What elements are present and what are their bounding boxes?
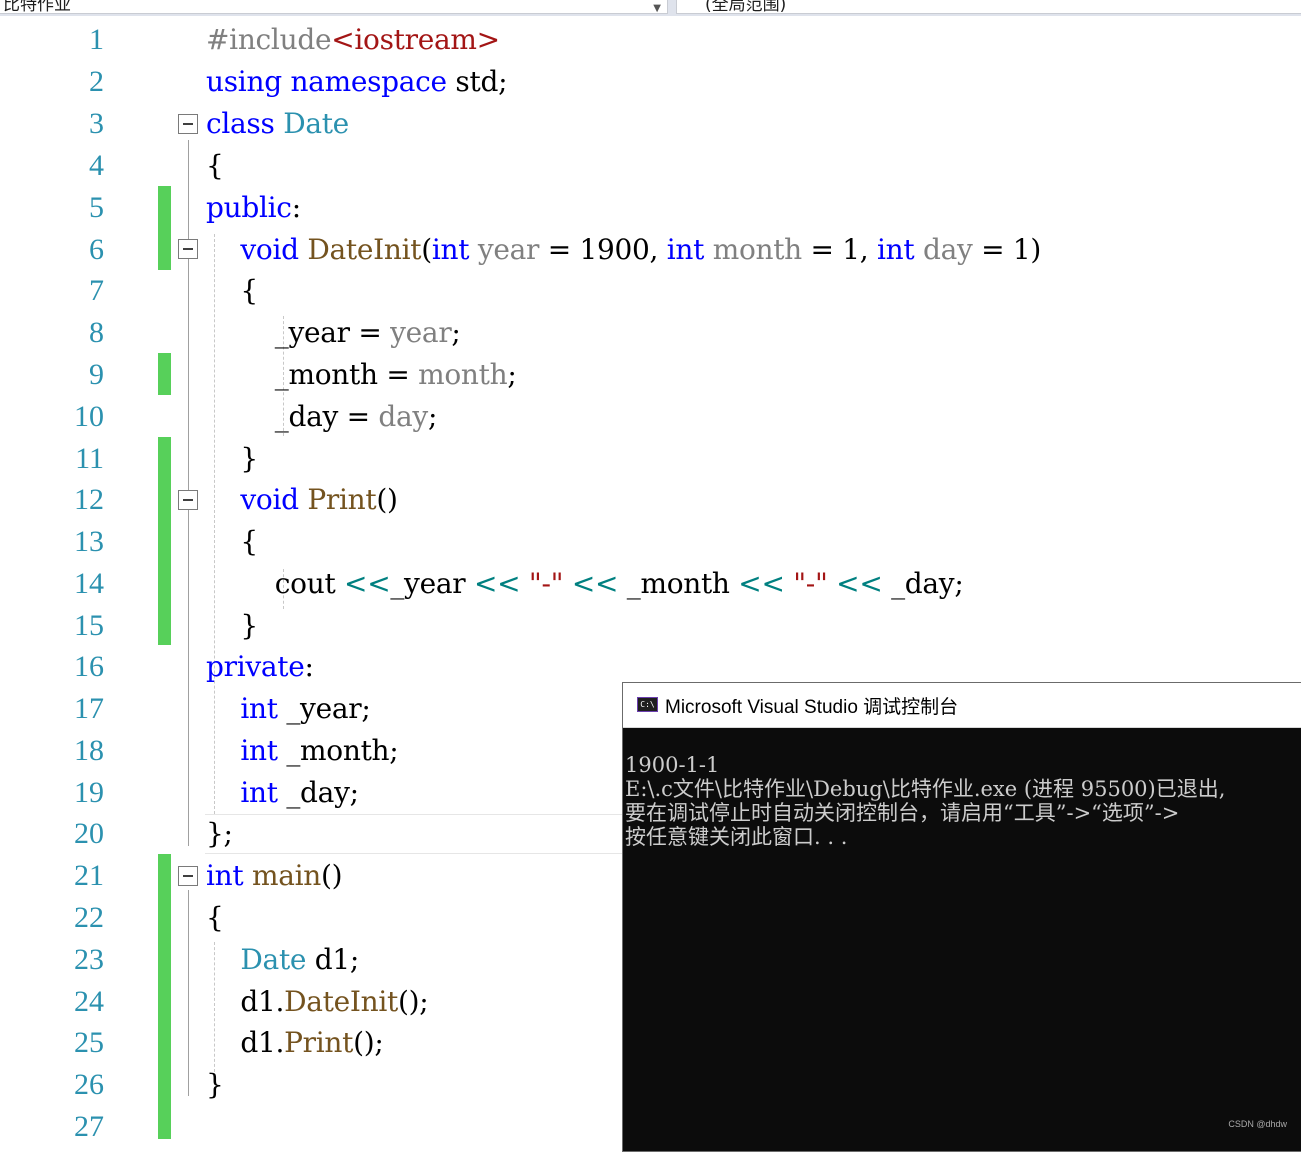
line-number: 19 [74,776,104,809]
console-line: E:\.c文件\比特作业\Debug\比特作业.exe (进程 95500)已退… [625,777,1226,801]
line-number: 25 [74,1026,104,1059]
code-line: int _day; [240,776,359,809]
code-line: { [206,901,224,934]
line-number: 9 [89,358,104,391]
line-number: 12 [74,483,104,516]
line-number: 8 [89,316,104,349]
change-marker [158,437,171,645]
line-number: 4 [89,149,104,182]
debug-console-window[interactable]: C:\ Microsoft Visual Studio 调试控制台 1900-1… [622,682,1301,1152]
line-number: 22 [74,901,104,934]
editor-navigation-bar: 比特作业 ▼ (全局范围) [0,0,1301,16]
project-dropdown[interactable]: 比特作业 ▼ [0,0,668,14]
fold-toggle-class-date[interactable] [178,114,198,134]
code-line: public: [206,191,301,224]
change-marker [158,186,171,270]
line-number: 16 [74,650,104,683]
outline-guide [188,514,189,642]
line-number: 17 [74,692,104,725]
code-line: _year = year; [206,316,461,349]
line-number: 13 [74,525,104,558]
line-number: 20 [74,817,104,850]
project-dropdown-label: 比特作业 [3,0,71,14]
code-line: using namespace std; [206,65,508,98]
line-number: 2 [89,65,104,98]
console-line: 按任意键关闭此窗口. . . [625,825,848,849]
console-title: Microsoft Visual Studio 调试控制台 [665,697,959,718]
line-number: 27 [74,1110,104,1143]
fold-toggle-dateinit[interactable] [178,239,198,259]
chevron-down-icon: ▼ [653,3,661,14]
code-line: { [206,149,224,182]
code-line: int _year; [240,692,371,725]
scope-dropdown-label: (全局范围) [705,0,787,14]
console-line: 1900-1-1 [625,753,720,777]
line-number: 11 [75,442,104,475]
code-line: Date d1; [240,943,360,976]
change-marker [158,353,171,395]
change-marker [158,854,171,1139]
code-line: _day = day; [206,400,438,433]
code-line: void Print() [240,483,398,516]
code-line: cout <<_year << "-" << _month << "-" << … [206,567,964,600]
line-number: 21 [74,859,104,892]
console-output: 1900-1-1 E:\.c文件\比特作业\Debug\比特作业.exe (进程 … [625,729,1301,849]
outline-guide [188,264,189,476]
line-number: 18 [74,734,104,767]
line-number: 6 [89,233,104,266]
code-line: { [206,274,258,307]
line-number: 3 [89,107,104,140]
fold-toggle-print[interactable] [178,490,198,510]
scope-dropdown[interactable]: (全局范围) [676,0,1301,14]
code-line: }; [206,817,233,850]
console-title-bar[interactable]: C:\ Microsoft Visual Studio 调试控制台 [623,683,1301,728]
code-line: _month = month; [206,358,517,391]
code-line: int main() [206,859,343,892]
code-line: void DateInit(int year = 1900, int month… [240,233,1042,266]
outline-guide [188,890,189,1096]
line-number: 23 [74,943,104,976]
fold-toggle-main[interactable] [178,866,198,886]
code-line: } [206,442,258,475]
line-number: 10 [74,400,104,433]
line-number: 15 [74,609,104,642]
current-line-highlight [205,814,625,854]
line-number: 7 [89,274,104,307]
code-line: int _month; [240,734,399,767]
code-line: class Date [206,107,349,140]
code-line: { [206,525,258,558]
code-line: d1.Print(); [206,1026,384,1059]
line-number: 26 [74,1068,104,1101]
code-line: } [206,609,258,642]
console-icon: C:\ [637,697,658,712]
code-line: d1.DateInit(); [206,985,429,1018]
code-line: #include<iostream> [206,23,500,56]
watermark: CSDN @dhdw [1228,1119,1287,1129]
line-number: 5 [89,191,104,224]
code-line: private: [206,650,314,683]
code-line: } [206,1068,224,1101]
line-number: 14 [74,567,104,600]
console-line: 要在调试停止时自动关闭控制台，请启用“工具”->“选项”-> [625,801,1180,825]
line-number: 1 [89,23,104,56]
line-number: 24 [74,985,104,1018]
